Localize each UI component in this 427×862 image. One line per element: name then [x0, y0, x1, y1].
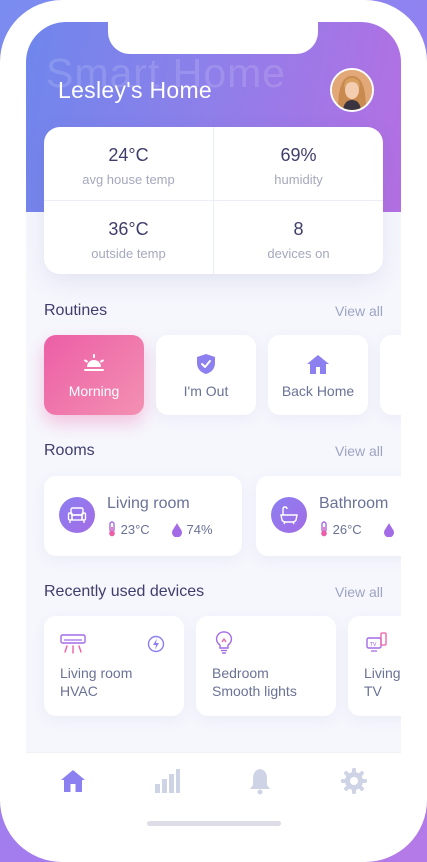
devices-title: Recently used devices	[44, 583, 205, 600]
room-name: Bathroom	[319, 495, 389, 512]
user-avatar-icon	[332, 70, 372, 110]
routine-im-out[interactable]: I'm Out	[156, 335, 256, 415]
gear-icon[interactable]	[340, 767, 368, 795]
stat-avg-house-temp: 24°C avg house temp	[44, 127, 213, 200]
device-name-line1: Bedroom	[212, 665, 269, 681]
stat-label: outside temp	[91, 246, 166, 261]
page-title: Lesley's Home	[58, 77, 213, 103]
room-temp: 23°C	[120, 522, 150, 537]
device-name: Living TV	[364, 664, 401, 700]
light-bulb-icon	[215, 631, 233, 654]
sunrise-icon	[84, 354, 104, 371]
sofa-icon	[67, 507, 87, 523]
device-name-line2: TV	[364, 683, 382, 699]
stat-value: 69%	[280, 145, 317, 165]
routine-label: Back Home	[281, 383, 355, 399]
phone-frame: Smart Home Lesley's Home 24°C avg house …	[0, 0, 427, 862]
routines-title: Routines	[44, 302, 108, 319]
svg-text:TV: TV	[369, 642, 377, 648]
bell-icon[interactable]	[246, 767, 274, 795]
room-meta: 26°C	[319, 521, 395, 538]
home-icon[interactable]	[59, 767, 87, 795]
routine-back-home[interactable]: Back Home	[268, 335, 368, 415]
room-humidity: 74%	[186, 522, 213, 537]
avatar[interactable]	[330, 68, 374, 112]
device-name-line1: Living	[364, 665, 401, 681]
room-icon-circle	[59, 497, 95, 533]
device-name: Living room HVAC	[60, 664, 132, 700]
bathtub-icon	[280, 506, 298, 525]
room-icon-circle	[271, 497, 307, 533]
stat-label: devices on	[267, 246, 330, 261]
humidity-drop-icon	[383, 523, 394, 538]
room-card-living-room[interactable]: Living room 23°C 74%	[44, 476, 242, 556]
tv-remote-icon: TV	[366, 632, 387, 652]
room-name: Living room	[107, 495, 190, 512]
device-name: Bedroom Smooth lights	[212, 664, 297, 700]
rooms-title: Rooms	[44, 442, 95, 459]
device-card-tv[interactable]: TV Living TV	[348, 616, 401, 716]
stat-label: avg house temp	[82, 172, 175, 187]
devices-view-all-link[interactable]: View all	[335, 584, 383, 600]
app-screen: Smart Home Lesley's Home 24°C avg house …	[26, 22, 401, 834]
house-icon	[307, 355, 329, 374]
room-meta: 23°C 74%	[107, 521, 213, 538]
stat-value: 24°C	[108, 145, 149, 165]
shield-check-icon	[197, 354, 215, 374]
room-temp: 26°C	[332, 522, 362, 537]
routine-label: I'm Out	[183, 383, 229, 399]
stat-label: humidity	[274, 172, 323, 187]
stats-icon[interactable]	[153, 767, 181, 795]
rooms-view-all-link[interactable]: View all	[335, 443, 383, 459]
device-card-smooth-lights[interactable]: Bedroom Smooth lights	[196, 616, 336, 716]
humidity-drop-icon	[171, 523, 182, 538]
stat-outside-temp: 36°C outside temp	[44, 201, 213, 274]
home-indicator[interactable]	[147, 821, 281, 826]
thermometer-icon	[109, 521, 115, 537]
thermometer-icon	[321, 521, 327, 537]
device-name-line2: HVAC	[60, 683, 98, 699]
power-bolt-icon[interactable]	[147, 635, 165, 653]
routine-more[interactable]	[380, 335, 401, 415]
device-card-hvac[interactable]: Living room HVAC	[44, 616, 184, 716]
routine-morning[interactable]: Morning	[44, 335, 144, 415]
device-name-line2: Smooth lights	[212, 683, 297, 699]
stat-value: 36°C	[108, 219, 149, 239]
room-card-bathroom[interactable]: Bathroom 26°C	[256, 476, 401, 556]
stat-humidity: 69% humidity	[214, 127, 383, 200]
stat-value: 8	[293, 219, 304, 239]
phone-notch	[108, 22, 318, 54]
stat-devices-on: 8 devices on	[214, 201, 383, 274]
routines-view-all-link[interactable]: View all	[335, 303, 383, 319]
routine-label: Morning	[68, 383, 120, 399]
air-conditioner-icon	[60, 634, 86, 654]
stats-card: 24°C avg house temp 69% humidity 36°C ou…	[44, 127, 383, 274]
device-name-line1: Living room	[60, 665, 133, 681]
